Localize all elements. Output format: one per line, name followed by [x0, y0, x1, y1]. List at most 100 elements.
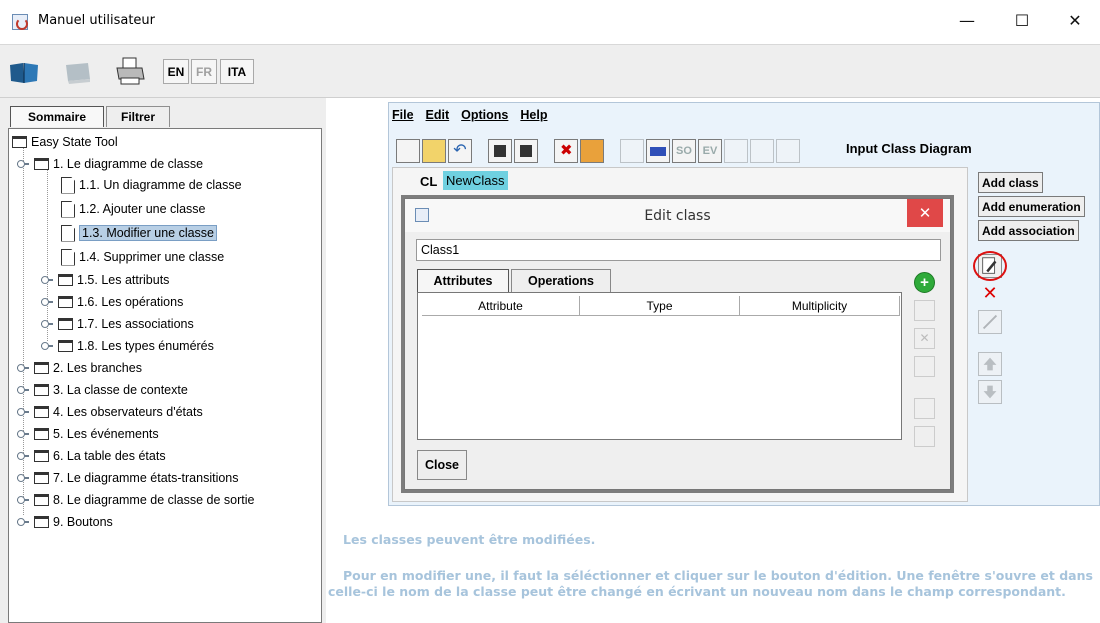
lang-en-button[interactable]: EN [163, 59, 189, 84]
diagram-icon[interactable] [620, 139, 644, 163]
tree-item-1-7[interactable]: 1.7. Les associations [41, 314, 194, 334]
save-all-icon[interactable] [514, 139, 538, 163]
tree-item-chapter-2[interactable]: 2. Les branches [17, 358, 142, 378]
chrs-icon[interactable] [646, 139, 670, 163]
delete-icon[interactable] [554, 139, 578, 163]
delete-class-icon[interactable]: ✕ [978, 282, 1002, 306]
tab-filtrer[interactable]: Filtrer [106, 106, 170, 127]
tab-attributes[interactable]: Attributes [417, 269, 509, 292]
save-icon[interactable] [488, 139, 512, 163]
ev-icon[interactable]: EV [698, 139, 722, 163]
lang-ita-button[interactable]: ITA [220, 59, 254, 84]
expand-handle-icon[interactable] [41, 276, 53, 284]
expand-handle-icon[interactable] [17, 518, 29, 526]
open-folder-icon[interactable] [422, 139, 446, 163]
so-icon[interactable]: SO [672, 139, 696, 163]
main-toolbar: EN FR ITA [0, 44, 1100, 98]
menu-options[interactable]: Options [461, 108, 508, 128]
delete-attribute-icon[interactable]: ✕ [914, 328, 935, 349]
expand-handle-icon[interactable] [17, 160, 29, 168]
state-diagram-icon[interactable] [750, 139, 774, 163]
book-open-icon[interactable] [8, 55, 40, 87]
column-header-attribute[interactable]: Attribute [422, 296, 580, 316]
column-header-type[interactable]: Type [580, 296, 740, 316]
tree-item-chapter-1[interactable]: 1. Le diagramme de classe [17, 154, 203, 174]
expand-handle-icon[interactable] [17, 496, 29, 504]
add-enumeration-button[interactable]: Add enumeration [978, 196, 1085, 217]
highlight-circle-annotation [973, 251, 1007, 281]
printer-icon[interactable] [114, 55, 146, 87]
tree-item-1-1[interactable]: 1.1. Un diagramme de classe [61, 175, 242, 195]
expand-handle-icon[interactable] [17, 364, 29, 372]
book-closed-icon[interactable] [62, 55, 94, 87]
tree-item-chapter-7[interactable]: 7. Le diagramme états-transitions [17, 468, 239, 488]
menu-help[interactable]: Help [520, 108, 547, 128]
class-node-newclass[interactable]: NewClass [443, 171, 508, 190]
description-line-1: Les classes peuvent être modifiées. [343, 532, 596, 547]
tree-item-1-3-selected[interactable]: 1.3. Modifier une classe [61, 223, 218, 243]
undo-icon[interactable]: ↶ [448, 139, 472, 163]
tree-item-1-5[interactable]: 1.5. Les attributs [41, 270, 169, 290]
expand-handle-icon[interactable] [17, 408, 29, 416]
table-icon[interactable] [724, 139, 748, 163]
expand-handle-icon[interactable] [41, 320, 53, 328]
folder-icon [34, 516, 49, 528]
exit-icon[interactable] [580, 139, 604, 163]
expand-handle-icon[interactable] [17, 386, 29, 394]
dialog-close-x-button[interactable]: ✕ [907, 199, 943, 227]
expand-handle-icon[interactable] [41, 298, 53, 306]
folder-icon [34, 428, 49, 440]
dialog-title: Edit class [644, 208, 711, 224]
tab-sommaire[interactable]: Sommaire [10, 106, 104, 127]
folder-icon [58, 318, 73, 330]
class-node-prefix: CL [420, 174, 438, 189]
add-association-button[interactable]: Add association [978, 220, 1079, 241]
class-name-input[interactable] [416, 239, 941, 261]
lang-fr-button[interactable]: FR [191, 59, 217, 84]
tree-item-1-6[interactable]: 1.6. Les opérations [41, 292, 183, 312]
tab-operations[interactable]: Operations [511, 269, 611, 292]
page-icon [61, 176, 75, 194]
folder-icon [34, 450, 49, 462]
app-toolbar: ↶ SO EV [396, 137, 802, 165]
expand-handle-icon[interactable] [17, 474, 29, 482]
edit-attribute-icon[interactable] [914, 300, 935, 321]
folder-icon [34, 158, 49, 170]
expand-handle-icon[interactable] [41, 342, 53, 350]
add-attribute-icon[interactable]: + [914, 272, 935, 293]
output-icon[interactable] [776, 139, 800, 163]
tree-item-1-4[interactable]: 1.4. Supprimer une classe [61, 247, 224, 267]
move-down-icon[interactable] [978, 380, 1002, 404]
left-panel: Sommaire Filtrer Easy State Tool 1. Le d… [0, 98, 326, 623]
link-attribute-icon[interactable] [914, 356, 935, 377]
add-class-button[interactable]: Add class [978, 172, 1043, 193]
page-icon [61, 248, 75, 266]
folder-icon [34, 362, 49, 374]
tree-item-1-2[interactable]: 1.2. Ajouter une classe [61, 199, 205, 219]
menu-file[interactable]: File [392, 108, 414, 128]
link-icon[interactable] [978, 310, 1002, 334]
tree-item-chapter-6[interactable]: 6. La table des états [17, 446, 166, 466]
expand-handle-icon[interactable] [17, 430, 29, 438]
move-up-icon[interactable] [914, 398, 935, 419]
menu-edit[interactable]: Edit [426, 108, 450, 128]
tree-item-chapter-9[interactable]: 9. Boutons [17, 512, 113, 532]
new-file-icon[interactable] [396, 139, 420, 163]
close-window-button[interactable]: ✕ [1052, 0, 1098, 40]
tree-item-chapter-5[interactable]: 5. Les événements [17, 424, 159, 444]
tree-item-chapter-3[interactable]: 3. La classe de contexte [17, 380, 188, 400]
minimize-button[interactable]: — [944, 0, 990, 40]
folder-icon [12, 136, 27, 148]
folder-icon [58, 274, 73, 286]
tree-item-chapter-8[interactable]: 8. Le diagramme de classe de sortie [17, 490, 255, 510]
attributes-table[interactable]: Attribute Type Multiplicity [417, 292, 902, 440]
close-button[interactable]: Close [417, 450, 467, 480]
move-down-icon[interactable] [914, 426, 935, 447]
column-header-multiplicity[interactable]: Multiplicity [740, 296, 900, 316]
maximize-button[interactable]: ☐ [999, 0, 1045, 40]
tree-root[interactable]: Easy State Tool [12, 132, 118, 152]
tree-item-chapter-4[interactable]: 4. Les observateurs d'états [17, 402, 203, 422]
expand-handle-icon[interactable] [17, 452, 29, 460]
tree-item-1-8[interactable]: 1.8. Les types énumérés [41, 336, 214, 356]
move-up-icon[interactable] [978, 352, 1002, 376]
